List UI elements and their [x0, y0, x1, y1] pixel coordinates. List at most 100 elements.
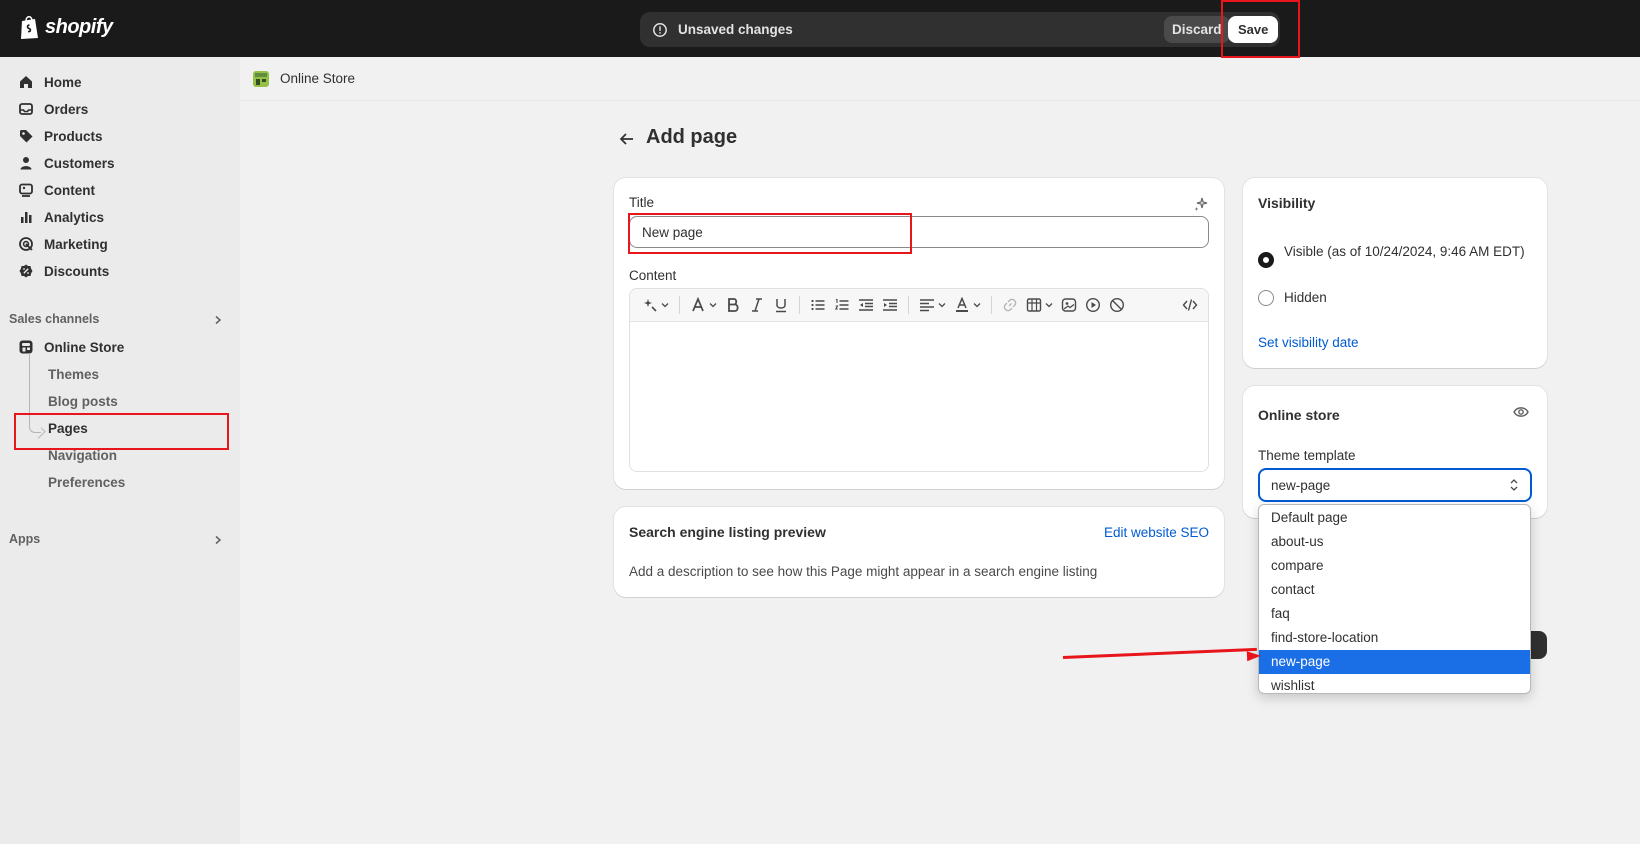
bullet-list-icon — [811, 299, 825, 311]
outdent-icon — [859, 299, 873, 311]
numbered-list-button[interactable] — [830, 294, 854, 316]
orders-icon — [19, 103, 33, 115]
video-button[interactable] — [1081, 294, 1105, 316]
online-store-title: Online store — [1258, 407, 1340, 423]
shopify-logo[interactable]: shopify — [19, 14, 113, 40]
outdent-button[interactable] — [854, 294, 878, 316]
image-button[interactable] — [1057, 294, 1081, 316]
editor-body[interactable] — [630, 322, 1208, 471]
chevron-right-icon[interactable] — [213, 535, 223, 545]
sidebar-item-label: Marketing — [44, 236, 108, 252]
tag-icon — [20, 130, 33, 143]
online-store-app-icon[interactable] — [252, 70, 270, 88]
set-visibility-date-link[interactable]: Set visibility date — [1258, 335, 1359, 350]
template-option-faq[interactable]: faq — [1259, 602, 1530, 626]
text-style-button[interactable] — [686, 294, 721, 316]
page-title: Add page — [646, 126, 738, 148]
hidden-radio[interactable] — [1258, 290, 1274, 306]
back-arrow-icon[interactable] — [618, 130, 636, 148]
sidebar-item-content[interactable]: Content — [18, 178, 95, 202]
sidebar-item-label: Discounts — [44, 263, 110, 279]
show-html-button[interactable] — [1178, 294, 1202, 316]
editor-toolbar — [630, 289, 1208, 322]
seo-description: Add a description to see how this Page m… — [629, 564, 1098, 579]
chevron-down-icon — [938, 303, 946, 308]
bar-chart-icon — [21, 212, 32, 223]
select-caret-icon — [1510, 479, 1518, 491]
code-icon — [1182, 299, 1198, 311]
theme-template-value: new-page — [1271, 477, 1331, 493]
sidebar-item-marketing[interactable]: Marketing — [18, 232, 108, 256]
visible-radio-label: Visible (as of 10/24/2024, 9:46 AM EDT) — [1284, 244, 1525, 259]
ai-format-button[interactable] — [638, 294, 673, 316]
content-icon — [19, 183, 33, 197]
annotation-arrow-head — [1246, 650, 1262, 662]
chevron-down-icon — [973, 303, 981, 308]
top-bar: shopify Unsaved changes Discard Save — [0, 0, 1640, 57]
link-button[interactable] — [998, 294, 1022, 316]
info-icon — [653, 22, 667, 37]
sidebar-item-orders[interactable]: Orders — [18, 97, 88, 121]
toolbar-divider — [679, 296, 680, 314]
sidebar-subitem-themes[interactable]: Themes — [48, 363, 99, 387]
eye-icon[interactable] — [1513, 404, 1529, 420]
align-button[interactable] — [915, 294, 950, 316]
theme-template-select[interactable]: new-page — [1258, 468, 1532, 502]
block-icon — [1109, 297, 1125, 313]
apps-heading: Apps — [9, 532, 41, 546]
chevron-down-icon — [1045, 303, 1053, 308]
sidebar-item-analytics[interactable]: Analytics — [18, 205, 104, 229]
sidebar-item-home[interactable]: Home — [18, 70, 82, 94]
sidebar-item-customers[interactable]: Customers — [18, 151, 115, 175]
underline-icon — [776, 299, 786, 313]
table-button[interactable] — [1022, 294, 1057, 316]
unsaved-changes-bar: Unsaved changes Discard Save — [640, 12, 1280, 47]
rich-text-editor — [629, 288, 1209, 472]
sales-channels-heading: Sales channels — [9, 312, 100, 326]
sidebar-subitem-preferences[interactable]: Preferences — [48, 471, 125, 495]
indent-button[interactable] — [878, 294, 902, 316]
sidebar-item-discounts[interactable]: Discounts — [18, 259, 109, 283]
highlight-title — [628, 213, 912, 254]
visibility-title: Visibility — [1258, 195, 1316, 211]
bold-button[interactable] — [721, 294, 745, 316]
underline-button[interactable] — [769, 294, 793, 316]
play-circle-icon — [1085, 297, 1101, 313]
discard-button[interactable]: Discard — [1164, 16, 1230, 43]
sidebar-item-products[interactable]: Products — [18, 124, 103, 148]
sidebar-item-label: Orders — [44, 101, 89, 117]
sidebar-subitem-blog-posts[interactable]: Blog posts — [48, 390, 118, 414]
sidebar-item-label: Home — [44, 74, 82, 90]
home-icon — [20, 76, 32, 88]
template-option-new-page[interactable]: new-page — [1259, 650, 1530, 674]
sidebar-item-label: Products — [44, 128, 103, 144]
text-color-icon — [956, 297, 968, 312]
visible-radio[interactable] — [1258, 252, 1274, 268]
highlight-save — [1221, 0, 1300, 58]
template-option-wishlist[interactable]: wishlist — [1259, 674, 1530, 693]
highlight-pages — [14, 413, 229, 450]
sparkle-icon[interactable] — [1193, 196, 1209, 212]
edit-seo-link[interactable]: Edit website SEO — [1104, 525, 1209, 540]
sidebar-item-label: Customers — [44, 155, 115, 171]
bullet-list-button[interactable] — [806, 294, 830, 316]
template-option-find-store-location[interactable]: find-store-location — [1259, 626, 1530, 650]
template-option-compare[interactable]: compare — [1259, 554, 1530, 578]
template-option-default-page[interactable]: Default page — [1259, 506, 1530, 530]
sidebar-item-label: Analytics — [44, 209, 105, 225]
shopify-bag-icon — [21, 15, 38, 39]
italic-icon — [752, 298, 762, 312]
breadcrumb: Online Store — [240, 57, 1640, 101]
link-icon — [1003, 298, 1017, 312]
text-color-button[interactable] — [950, 294, 985, 316]
breadcrumb-online-store[interactable]: Online Store — [280, 71, 355, 86]
template-option-contact[interactable]: contact — [1259, 578, 1530, 602]
target-icon — [19, 237, 33, 251]
clear-format-button[interactable] — [1105, 294, 1129, 316]
italic-button[interactable] — [745, 294, 769, 316]
theme-template-dropdown: Default page about-us compare contact fa… — [1258, 504, 1531, 694]
chevron-right-icon[interactable] — [213, 315, 223, 325]
template-option-about-us[interactable]: about-us — [1259, 530, 1530, 554]
toolbar-divider — [799, 296, 800, 314]
align-left-icon — [920, 299, 934, 312]
